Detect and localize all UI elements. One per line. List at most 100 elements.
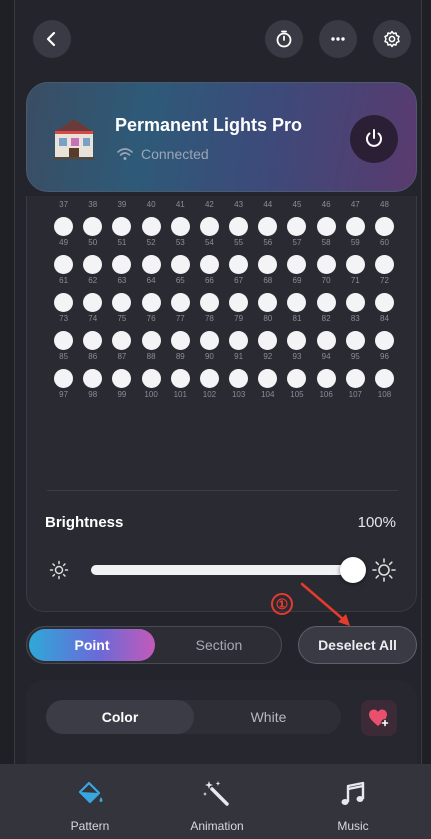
timer-button[interactable] xyxy=(265,20,303,58)
led-dot-row xyxy=(49,252,399,276)
led-dot[interactable] xyxy=(224,368,253,388)
brightness-slider-fill xyxy=(91,565,355,575)
led-dot[interactable] xyxy=(253,368,282,388)
led-dot[interactable] xyxy=(78,216,107,236)
led-dot[interactable] xyxy=(195,216,224,236)
led-label: 81 xyxy=(292,314,302,323)
led-dot[interactable] xyxy=(78,330,107,350)
led-dot[interactable] xyxy=(312,368,341,388)
tab-color[interactable]: Color xyxy=(46,700,194,734)
led-dot[interactable] xyxy=(224,254,253,274)
led-label: 40 xyxy=(146,200,156,209)
led-dot[interactable] xyxy=(312,254,341,274)
led-dot[interactable] xyxy=(49,292,78,312)
led-label: 42 xyxy=(204,200,214,209)
led-dot[interactable] xyxy=(282,368,311,388)
nav-item-music[interactable]: Music xyxy=(293,764,413,839)
led-dot[interactable] xyxy=(107,216,136,236)
led-dot-row xyxy=(49,328,399,352)
led-dot[interactable] xyxy=(49,368,78,388)
led-dot[interactable] xyxy=(282,330,311,350)
led-dot[interactable] xyxy=(224,292,253,312)
led-dot[interactable] xyxy=(195,330,224,350)
led-dot[interactable] xyxy=(166,216,195,236)
led-label: 47 xyxy=(350,200,360,209)
led-dot[interactable] xyxy=(107,368,136,388)
led-dot[interactable] xyxy=(224,330,253,350)
led-dot[interactable] xyxy=(166,254,195,274)
led-dot[interactable] xyxy=(166,292,195,312)
led-dot[interactable] xyxy=(312,330,341,350)
led-dot[interactable] xyxy=(78,292,107,312)
led-dot[interactable] xyxy=(282,292,311,312)
led-dot[interactable] xyxy=(107,292,136,312)
led-dot[interactable] xyxy=(195,292,224,312)
magic-wand-icon xyxy=(203,781,229,806)
led-dot[interactable] xyxy=(137,216,166,236)
led-dot[interactable] xyxy=(78,368,107,388)
led-dot[interactable] xyxy=(370,254,399,274)
led-dot[interactable] xyxy=(107,254,136,274)
led-dot[interactable] xyxy=(137,254,166,274)
led-dot[interactable] xyxy=(282,216,311,236)
tab-white[interactable]: White xyxy=(196,700,341,734)
nav-item-animation[interactable]: Animation xyxy=(157,764,277,839)
led-label: 59 xyxy=(350,238,360,247)
led-dot[interactable] xyxy=(341,216,370,236)
led-dot[interactable] xyxy=(224,216,253,236)
led-label: 43 xyxy=(234,200,244,209)
led-label: 46 xyxy=(321,200,331,209)
led-dot[interactable] xyxy=(195,254,224,274)
led-dot[interactable] xyxy=(370,330,399,350)
led-dot[interactable] xyxy=(253,292,282,312)
led-dot[interactable] xyxy=(78,254,107,274)
led-label: 107 xyxy=(348,390,362,399)
led-dot[interactable] xyxy=(137,330,166,350)
paint-bucket-icon xyxy=(78,781,103,804)
led-dot[interactable] xyxy=(341,254,370,274)
more-button[interactable] xyxy=(319,20,357,58)
led-label: 83 xyxy=(350,314,360,323)
point-mode-button[interactable]: Point xyxy=(29,629,155,661)
led-dot[interactable] xyxy=(370,368,399,388)
led-dot[interactable] xyxy=(370,292,399,312)
led-dot[interactable] xyxy=(341,292,370,312)
led-dot[interactable] xyxy=(166,330,195,350)
led-dot[interactable] xyxy=(49,216,78,236)
led-dot[interactable] xyxy=(253,330,282,350)
led-label: 103 xyxy=(231,390,246,399)
led-dot[interactable] xyxy=(137,292,166,312)
led-label: 98 xyxy=(88,390,98,399)
bottom-nav: Pattern Animation Music xyxy=(0,764,431,839)
section-mode-button[interactable]: Section xyxy=(157,629,281,661)
led-label: 64 xyxy=(146,276,156,285)
led-dot-row xyxy=(49,366,399,390)
led-dot[interactable] xyxy=(282,254,311,274)
mode-toggle: Point Section xyxy=(26,626,282,664)
led-dot[interactable] xyxy=(49,330,78,350)
device-card[interactable]: Permanent Lights Pro Connected xyxy=(26,82,417,192)
led-dot[interactable] xyxy=(341,368,370,388)
led-dot[interactable] xyxy=(253,216,282,236)
led-dot[interactable] xyxy=(49,254,78,274)
back-button[interactable] xyxy=(33,20,71,58)
led-dot[interactable] xyxy=(370,216,399,236)
led-dot[interactable] xyxy=(312,216,341,236)
brightness-slider[interactable] xyxy=(91,557,366,583)
led-dot[interactable] xyxy=(195,368,224,388)
led-dot[interactable] xyxy=(312,292,341,312)
add-favorite-button[interactable] xyxy=(361,700,397,736)
settings-button[interactable] xyxy=(373,20,411,58)
led-label: 91 xyxy=(234,352,244,361)
led-label: 102 xyxy=(202,390,217,399)
led-dot[interactable] xyxy=(107,330,136,350)
led-dot[interactable] xyxy=(166,368,195,388)
led-dot[interactable] xyxy=(341,330,370,350)
led-label: 77 xyxy=(175,314,185,323)
led-dot[interactable] xyxy=(137,368,166,388)
led-label: 74 xyxy=(88,314,98,323)
nav-item-pattern[interactable]: Pattern xyxy=(30,764,150,839)
deselect-all-button[interactable]: Deselect All xyxy=(298,626,417,664)
led-dot[interactable] xyxy=(253,254,282,274)
power-button[interactable] xyxy=(350,115,398,163)
